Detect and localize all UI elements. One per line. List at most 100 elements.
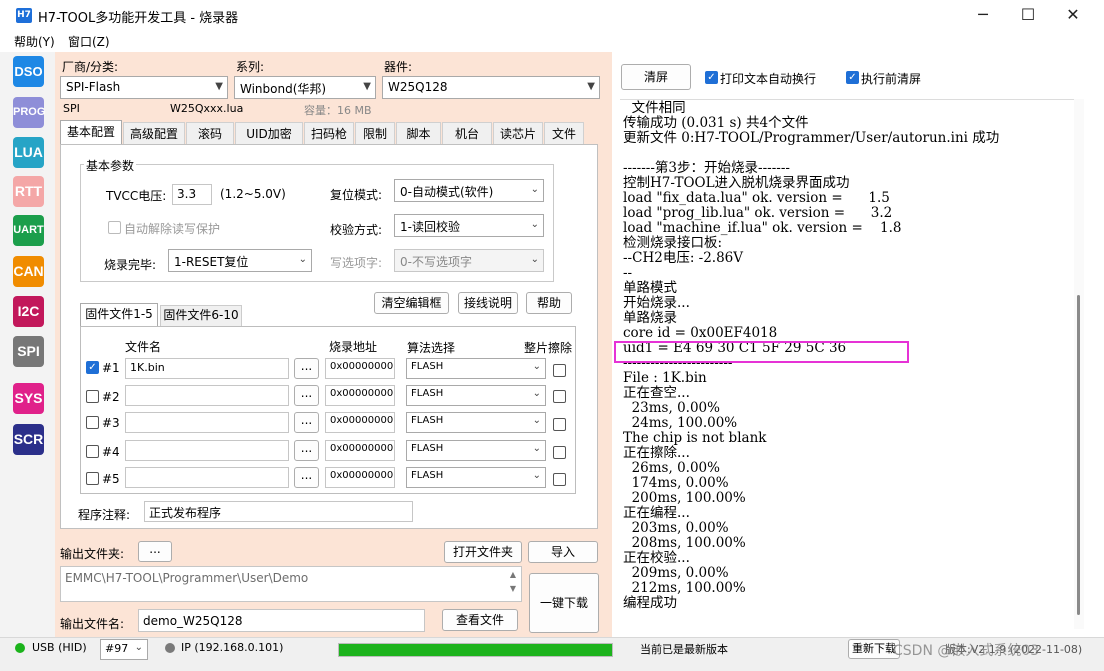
tvcc-label: TVCC电压: <box>106 189 167 203</box>
tab-limit[interactable]: 限制 <box>355 122 395 144</box>
auto-wrap-checkbox[interactable]: ✓ <box>705 71 718 84</box>
output-folder-label: 输出文件夹: <box>60 547 125 561</box>
file-5-erase-checkbox[interactable] <box>553 473 566 486</box>
file-5-algorithm-select[interactable]: FLASH ⌄ <box>406 467 546 488</box>
sidebar-spi-button[interactable]: SPI <box>13 336 44 367</box>
menu-help[interactable]: 帮助(Y) <box>14 33 55 50</box>
clear-screen-button[interactable]: 清屏 <box>621 64 691 90</box>
tab-read-chip[interactable]: 读芯片 <box>493 122 543 144</box>
window-title: H7-TOOL多功能开发工具 - 烧录器 <box>38 11 239 26</box>
tab-uid-encrypt[interactable]: UID加密 <box>235 122 303 144</box>
file-2-erase-checkbox[interactable] <box>553 390 566 403</box>
tab-firmware-1-5[interactable]: 固件文件1-5 <box>80 303 158 326</box>
sidebar-i2c-button[interactable]: I2C <box>13 296 44 327</box>
chevron-down-icon: ⌄ <box>134 642 143 653</box>
file-2-address-input[interactable]: 0x00000000 <box>325 385 395 406</box>
log-scroll-thumb[interactable] <box>1077 295 1080 615</box>
tab-script[interactable]: 脚本 <box>396 122 441 144</box>
file-3-address-input[interactable]: 0x00000000 <box>325 412 395 433</box>
tab-machine[interactable]: 机台 <box>442 122 492 144</box>
import-button[interactable]: 导入 <box>528 541 598 563</box>
sidebar-scr-button[interactable]: SCR <box>13 424 44 455</box>
file-4-number: #4 <box>102 445 120 459</box>
file-4-checkbox[interactable] <box>86 445 99 458</box>
sidebar-dso-button[interactable]: DSO <box>13 56 44 87</box>
header-filename: 文件名 <box>125 340 162 354</box>
series-select[interactable]: Winbond(华邦) ▼ <box>234 76 376 99</box>
file-1-path-input[interactable]: 1K.bin <box>125 358 289 379</box>
file-1-algorithm-select[interactable]: FLASH ⌄ <box>406 358 546 379</box>
path-scroll-arrows[interactable]: ▲ ▼ <box>506 568 520 600</box>
sidebar-can-button[interactable]: CAN <box>13 256 44 287</box>
file-1-erase-checkbox[interactable] <box>553 364 566 377</box>
device-label: 器件: <box>384 60 413 74</box>
file-3-checkbox[interactable] <box>86 416 99 429</box>
interface-text: SPI <box>63 102 80 115</box>
file-1-browse-button[interactable]: ... <box>294 358 319 379</box>
sidebar-rtt-button[interactable]: RTT <box>13 176 44 207</box>
file-5-path-input[interactable] <box>125 467 289 488</box>
file-4-browse-button[interactable]: ... <box>294 440 319 461</box>
chevron-down-icon: ⌄ <box>532 361 541 372</box>
file-2-algorithm-select[interactable]: FLASH ⌄ <box>406 385 546 406</box>
vendor-select[interactable]: SPI-Flash ▼ <box>60 76 228 99</box>
header-chip-erase: 整片擦除 <box>524 341 573 355</box>
log-console[interactable]: 文件相同 传输成功 (0.031 s) 共4个文件 更新文件 0:H7-TOOL… <box>620 99 1084 629</box>
file-2-checkbox[interactable] <box>86 390 99 403</box>
sidebar-lua-button[interactable]: LUA <box>13 137 44 168</box>
file-1-address-input[interactable]: 0x00000000 <box>325 358 395 379</box>
open-folder-button[interactable]: 打开文件夹 <box>444 541 522 563</box>
minimize-button[interactable]: ─ <box>960 0 1006 32</box>
file-2-browse-button[interactable]: ... <box>294 385 319 406</box>
tab-file[interactable]: 文件 <box>544 122 584 144</box>
file-1-checkbox[interactable]: ✓ <box>86 361 99 374</box>
output-path-textarea[interactable]: EMMC\H7-TOOL\Programmer\User\Demo <box>60 566 522 602</box>
note-input[interactable]: 正式发布程序 <box>144 501 413 522</box>
sidebar-prog-button[interactable]: PROG <box>13 97 45 128</box>
tab-firmware-6-10[interactable]: 固件文件6-10 <box>160 305 242 326</box>
reset-mode-select[interactable]: 0-自动模式(软件) ⌄ <box>394 179 544 202</box>
output-folder-browse-button[interactable]: ... <box>138 541 172 562</box>
file-4-algorithm-select[interactable]: FLASH ⌄ <box>406 440 546 461</box>
menu-window[interactable]: 窗口(Z) <box>68 33 110 50</box>
done-action-select[interactable]: 1-RESET复位 ⌄ <box>168 249 312 272</box>
file-2-path-input[interactable] <box>125 385 289 406</box>
one-click-download-button[interactable]: 一键下载 <box>529 573 599 633</box>
sidebar-uart-button[interactable]: UART <box>13 215 44 246</box>
file-3-browse-button[interactable]: ... <box>294 412 319 433</box>
file-5-browse-button[interactable]: ... <box>294 467 319 488</box>
tab-basic-config[interactable]: 基本配置 <box>60 120 122 145</box>
chevron-down-icon: ⌄ <box>532 388 541 399</box>
file-4-erase-checkbox[interactable] <box>553 446 566 459</box>
file-3-algorithm-select[interactable]: FLASH ⌄ <box>406 412 546 433</box>
file-3-erase-checkbox[interactable] <box>553 418 566 431</box>
vendor-label: 厂商/分类: <box>62 60 119 74</box>
file-5-address-input[interactable]: 0x00000000 <box>325 467 395 488</box>
tab-rolling-code[interactable]: 滚码 <box>186 122 234 144</box>
option-bytes-select[interactable]: 0-不写选项字 ⌄ <box>394 249 544 272</box>
tvcc-input[interactable]: 3.3 <box>172 184 212 205</box>
file-5-checkbox[interactable] <box>86 472 99 485</box>
device-select[interactable]: W25Q128 ▼ <box>382 76 600 99</box>
view-file-button[interactable]: 查看文件 <box>442 609 518 631</box>
verify-mode-select[interactable]: 1-读回校验 ⌄ <box>394 214 544 237</box>
sidebar-sys-button[interactable]: SYS <box>13 383 44 414</box>
tab-scanner[interactable]: 扫码枪 <box>304 122 354 144</box>
file-3-path-input[interactable] <box>125 412 289 433</box>
output-name-input[interactable]: demo_W25Q128 <box>138 609 425 632</box>
file-4-path-input[interactable] <box>125 440 289 461</box>
help-button[interactable]: 帮助 <box>526 292 572 314</box>
auto-unprotect-checkbox[interactable] <box>108 221 121 234</box>
wiring-help-button[interactable]: 接线说明 <box>458 292 518 314</box>
log-scrollbar[interactable] <box>1074 99 1084 629</box>
clear-before-run-checkbox[interactable]: ✓ <box>846 71 859 84</box>
capacity-text: 容量：16 MB <box>304 104 372 117</box>
app-icon: H7 <box>16 8 32 23</box>
clear-edit-button[interactable]: 清空编辑框 <box>374 292 449 314</box>
port-select[interactable]: #97 ⌄ <box>100 639 148 660</box>
close-button[interactable]: ✕ <box>1050 0 1096 32</box>
tab-advanced-config[interactable]: 高级配置 <box>123 122 185 144</box>
maximize-button[interactable]: ☐ <box>1005 0 1051 32</box>
lua-file-text: W25Qxxx.lua <box>170 102 244 115</box>
file-4-address-input[interactable]: 0x00000000 <box>325 440 395 461</box>
